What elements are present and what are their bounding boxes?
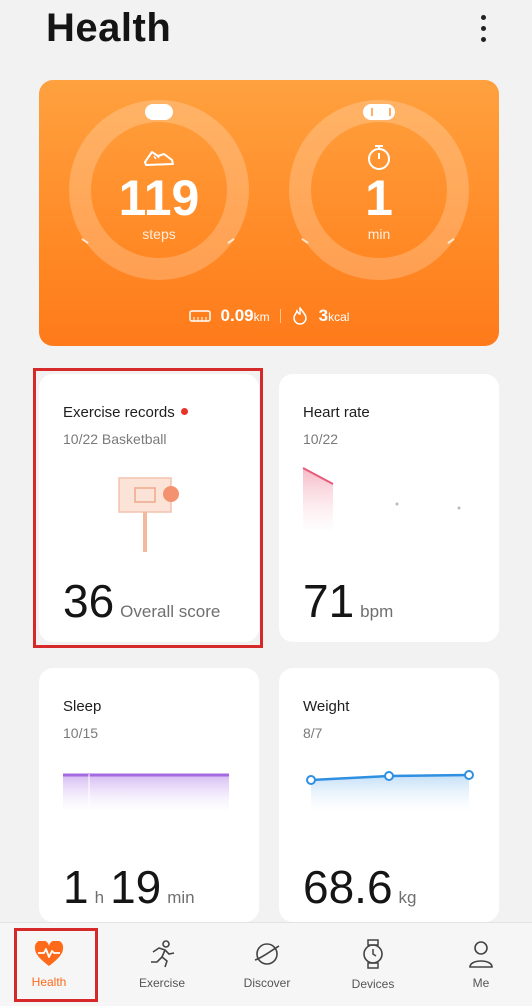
heart-rate-card[interactable]: Heart rate 10/22 71 bpm xyxy=(279,374,499,642)
nav-label: Health xyxy=(31,975,67,989)
time-unit: min xyxy=(367,226,391,242)
weight-unit: kg xyxy=(398,888,417,907)
distance-value: 0.09 xyxy=(220,306,254,325)
calories-unit: kcal xyxy=(328,310,350,324)
card-subtitle: 10/22 Basketball xyxy=(63,431,167,447)
sleep-minutes-value: 19 xyxy=(110,861,162,913)
card-title: Exercise records xyxy=(63,404,188,421)
active-time-ring: 1 min xyxy=(289,100,469,280)
card-title: Sleep xyxy=(63,698,102,715)
heart-rate-chart xyxy=(302,467,461,530)
activity-summary-card[interactable]: 119 steps 1 min 0.09km 3kcal xyxy=(39,80,499,346)
card-title: Weight xyxy=(303,698,350,715)
activity-summary-row: 0.09km 3kcal xyxy=(39,306,499,326)
new-record-dot xyxy=(180,408,188,415)
card-value: 68.6 kg xyxy=(303,864,417,910)
dot xyxy=(480,14,486,20)
card-value: 1 h 19 min xyxy=(63,864,195,910)
nav-item-health[interactable]: Health xyxy=(4,923,94,1006)
nav-label: Discover xyxy=(243,976,291,990)
sleep-chart xyxy=(63,773,229,810)
flame-icon xyxy=(292,307,307,325)
nav-label: Exercise xyxy=(138,976,185,990)
nav-label: Me xyxy=(472,976,490,990)
weight-value: 68.6 xyxy=(303,861,393,913)
distance-icon xyxy=(188,310,211,322)
heart-rate-unit: bpm xyxy=(360,602,394,621)
calories-value: 3 xyxy=(318,306,329,325)
basketball-hoop-icon xyxy=(118,477,179,552)
steps-value: 119 xyxy=(118,170,200,226)
nav-item-devices[interactable]: Devices xyxy=(328,923,418,1006)
planet-icon xyxy=(254,943,280,965)
card-title: Heart rate xyxy=(303,404,370,421)
heart-rate-value: 71 xyxy=(303,575,355,627)
person-icon xyxy=(469,941,493,968)
card-value: 36 Overall score xyxy=(63,578,220,624)
sleep-minutes-unit: min xyxy=(167,888,195,907)
nav-item-me[interactable]: Me xyxy=(436,923,526,1006)
more-options-button[interactable] xyxy=(468,8,498,48)
card-value: 71 bpm xyxy=(303,578,393,624)
distance-unit: km xyxy=(253,310,270,324)
score-value: 36 xyxy=(63,575,115,627)
nav-item-discover[interactable]: Discover xyxy=(222,923,312,1006)
shoe-icon xyxy=(144,151,174,166)
card-subtitle: 10/15 xyxy=(63,725,99,741)
running-icon xyxy=(151,940,175,968)
header: Health xyxy=(0,0,532,70)
heart-pulse-icon xyxy=(34,941,64,966)
watch-icon xyxy=(363,939,383,969)
weight-card[interactable]: Weight 8/7 68.6 kg xyxy=(279,668,499,922)
sleep-card[interactable]: Sleep 10/15 1 h 19 min xyxy=(39,668,259,922)
score-unit: Overall score xyxy=(120,602,221,621)
stopwatch-icon xyxy=(368,145,390,170)
steps-unit: steps xyxy=(142,226,176,242)
page-title: Health xyxy=(46,6,172,50)
divider xyxy=(279,309,281,323)
bottom-navigation: Health Exercise Discover Devices Me xyxy=(0,922,532,1006)
nav-label: Devices xyxy=(351,977,395,991)
weight-chart xyxy=(306,770,474,814)
card-subtitle: 10/22 xyxy=(303,431,339,447)
sleep-hours-unit: h xyxy=(94,888,105,907)
card-subtitle: 8/7 xyxy=(303,725,323,741)
sleep-hours-value: 1 xyxy=(63,861,89,913)
dot xyxy=(480,36,486,42)
nav-item-exercise[interactable]: Exercise xyxy=(117,923,207,1006)
dot xyxy=(480,25,486,31)
steps-ring: 119 steps xyxy=(69,100,249,280)
exercise-records-card[interactable]: Exercise records 10/22 Basketball 36 Ove… xyxy=(39,374,259,642)
time-value: 1 xyxy=(365,170,393,226)
